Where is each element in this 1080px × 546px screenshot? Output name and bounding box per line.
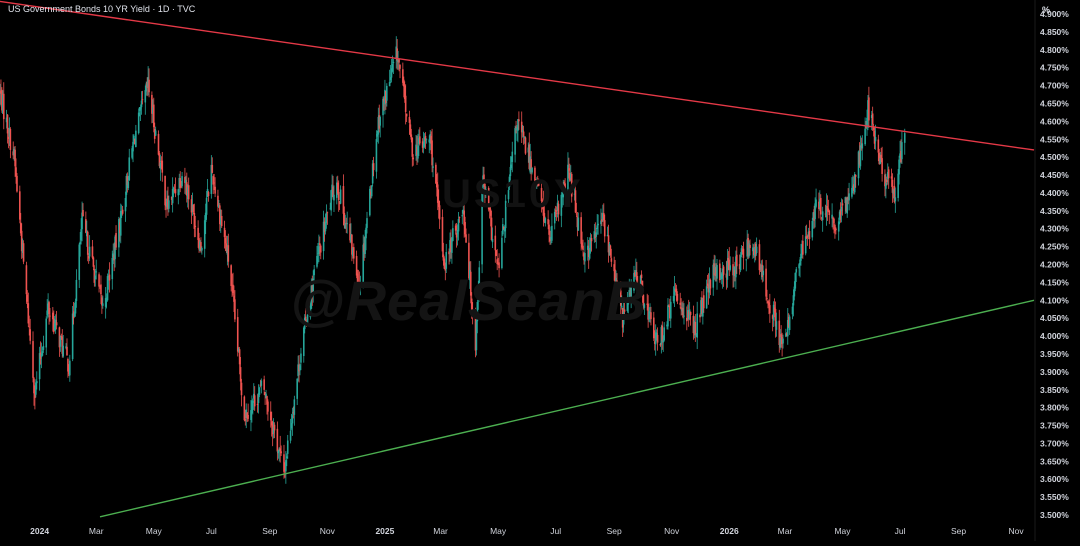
candle bbox=[742, 241, 745, 270]
candle bbox=[128, 148, 131, 182]
candle bbox=[115, 225, 117, 251]
candle bbox=[667, 298, 669, 330]
candle bbox=[319, 244, 322, 260]
candle bbox=[544, 216, 547, 227]
y-tick-label: 4.750% bbox=[1040, 63, 1069, 73]
trendlines-layer bbox=[0, 0, 1035, 518]
y-tick-label: 4.250% bbox=[1040, 242, 1069, 252]
candle bbox=[32, 331, 34, 383]
candle bbox=[903, 128, 906, 155]
x-tick-label: Nov bbox=[664, 526, 680, 536]
x-tick-label: Sep bbox=[262, 526, 277, 536]
x-tick-label: Nov bbox=[320, 526, 336, 536]
candles-layer bbox=[0, 36, 906, 484]
candle bbox=[551, 213, 553, 244]
candle bbox=[98, 272, 100, 293]
x-tick-label: Nov bbox=[1009, 526, 1025, 536]
y-tick-label: 4.200% bbox=[1040, 260, 1069, 270]
candle bbox=[828, 209, 831, 225]
candle bbox=[9, 127, 12, 159]
x-tick-label: Sep bbox=[607, 526, 622, 536]
y-tick-label: 4.600% bbox=[1040, 116, 1069, 126]
y-tick-label: 4.150% bbox=[1040, 277, 1069, 287]
y-tick-label: 3.550% bbox=[1040, 492, 1069, 502]
candle bbox=[788, 314, 791, 335]
x-tick-label: 2024 bbox=[30, 526, 49, 536]
x-tick-label: Mar bbox=[778, 526, 793, 536]
x-tick-label: Jul bbox=[206, 526, 217, 536]
candle bbox=[887, 166, 890, 189]
y-tick-label: 3.800% bbox=[1040, 403, 1069, 413]
watermark-symbol: US10Y bbox=[442, 172, 584, 216]
y-tick-label: 3.700% bbox=[1040, 438, 1069, 448]
candle bbox=[293, 395, 296, 426]
x-tick-label: 2026 bbox=[720, 526, 739, 536]
candle bbox=[452, 220, 454, 242]
y-tick-label: 3.850% bbox=[1040, 385, 1069, 395]
watermark-handle: @RealSeanB bbox=[290, 269, 648, 332]
candle bbox=[45, 316, 48, 355]
y-tick-label: 4.650% bbox=[1040, 98, 1069, 108]
candle bbox=[696, 301, 698, 350]
candle bbox=[69, 354, 71, 382]
candle bbox=[745, 259, 748, 272]
candle bbox=[240, 378, 243, 407]
candle bbox=[22, 240, 25, 265]
time-axis: 2024 Mar May Jul Sep Nov 2025 Mar May Jul Sep Nov 20… bbox=[30, 526, 1024, 536]
candle bbox=[848, 182, 850, 211]
candle bbox=[181, 172, 183, 189]
price-unit-label: % bbox=[1042, 5, 1051, 15]
candle bbox=[524, 136, 527, 155]
y-tick-label: 4.000% bbox=[1040, 331, 1069, 341]
x-tick-label: Sep bbox=[951, 526, 966, 536]
y-tick-label: 4.550% bbox=[1040, 134, 1069, 144]
candle bbox=[663, 322, 665, 342]
price-axis: 4.900%4.850%4.800%4.750%4.700%4.650%4.60… bbox=[1034, 0, 1069, 541]
x-tick-label: May bbox=[834, 526, 851, 536]
y-tick-label: 4.350% bbox=[1040, 206, 1069, 216]
x-tick-label: Jul bbox=[550, 526, 561, 536]
candle bbox=[66, 338, 68, 356]
candle bbox=[352, 243, 355, 264]
y-tick-label: 4.100% bbox=[1040, 295, 1069, 305]
candle bbox=[2, 82, 5, 130]
symbol-title[interactable]: US Government Bonds 10 YR Yield · 1D · T… bbox=[8, 4, 195, 14]
y-tick-label: 4.050% bbox=[1040, 313, 1069, 323]
candle bbox=[901, 131, 903, 164]
y-tick-label: 3.600% bbox=[1040, 474, 1069, 484]
candle bbox=[494, 225, 497, 263]
candle bbox=[339, 185, 342, 205]
candle bbox=[296, 378, 298, 406]
y-tick-label: 3.650% bbox=[1040, 456, 1069, 466]
y-tick-label: 4.400% bbox=[1040, 188, 1069, 198]
x-tick-label: Mar bbox=[433, 526, 448, 536]
y-tick-label: 4.500% bbox=[1040, 152, 1069, 162]
candle bbox=[135, 124, 137, 148]
candle bbox=[808, 220, 811, 249]
y-tick-label: 3.750% bbox=[1040, 421, 1069, 431]
y-tick-label: 4.800% bbox=[1040, 45, 1069, 55]
y-tick-label: 3.900% bbox=[1040, 367, 1069, 377]
y-tick-label: 3.950% bbox=[1040, 349, 1069, 359]
candle bbox=[821, 206, 824, 232]
x-tick-label: Jul bbox=[895, 526, 906, 536]
x-tick-label: May bbox=[146, 526, 163, 536]
candle bbox=[819, 194, 822, 220]
candle bbox=[769, 293, 771, 323]
candle bbox=[501, 230, 503, 270]
y-tick-label: 3.500% bbox=[1040, 510, 1069, 520]
y-tick-label: 4.850% bbox=[1040, 27, 1069, 37]
y-tick-label: 4.450% bbox=[1040, 170, 1069, 180]
x-tick-label: May bbox=[490, 526, 507, 536]
candle bbox=[267, 399, 269, 421]
x-tick-label: 2025 bbox=[375, 526, 394, 536]
y-tick-label: 4.300% bbox=[1040, 224, 1069, 234]
x-tick-label: Mar bbox=[89, 526, 104, 536]
y-tick-label: 4.700% bbox=[1040, 81, 1069, 91]
